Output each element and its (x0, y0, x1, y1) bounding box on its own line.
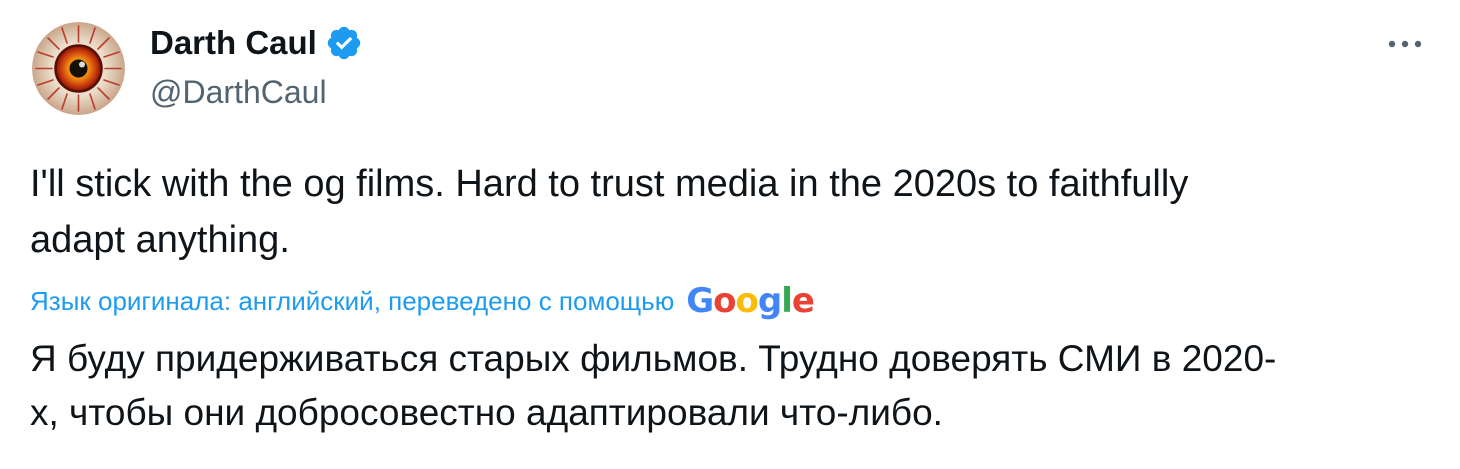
tweet-card[interactable]: Darth Caul @DarthCaul I'll stick with th… (0, 0, 1460, 469)
verified-badge-icon[interactable] (325, 24, 363, 62)
more-horizontal-icon[interactable] (1380, 26, 1430, 62)
translation-attribution: Язык оригинала: английский, переведено с… (30, 281, 815, 321)
eye-avatar-icon (32, 22, 125, 115)
translated-text-line: х, чтобы они добросовестно адаптировали … (30, 392, 943, 433)
google-logo-letter: o (713, 281, 736, 321)
google-logo-letter: G (686, 281, 714, 321)
google-logo-letter: o (735, 281, 759, 321)
google-logo-letter: g (757, 281, 782, 321)
author-display-name[interactable]: Darth Caul (150, 24, 317, 62)
avatar[interactable] (32, 22, 125, 115)
tweet-text: I'll stick with the og films. Hard to tr… (30, 156, 1430, 268)
author-name-row: Darth Caul (150, 22, 363, 64)
translated-text-line: Я буду придерживаться старых фильмов. Тр… (30, 338, 1277, 379)
tweet-text-line: I'll stick with the og films. Hard to tr… (30, 163, 1189, 205)
tweet-text-line: adapt anything. (30, 219, 290, 261)
google-logo[interactable]: Google (686, 281, 815, 321)
google-logo-letter: e (791, 281, 815, 321)
google-logo-letter: l (781, 281, 793, 321)
translation-note-link[interactable]: Язык оригинала: английский, переведено с… (30, 286, 674, 317)
translated-text: Я буду придерживаться старых фильмов. Тр… (30, 332, 1445, 440)
author-handle[interactable]: @DarthCaul (150, 74, 327, 111)
